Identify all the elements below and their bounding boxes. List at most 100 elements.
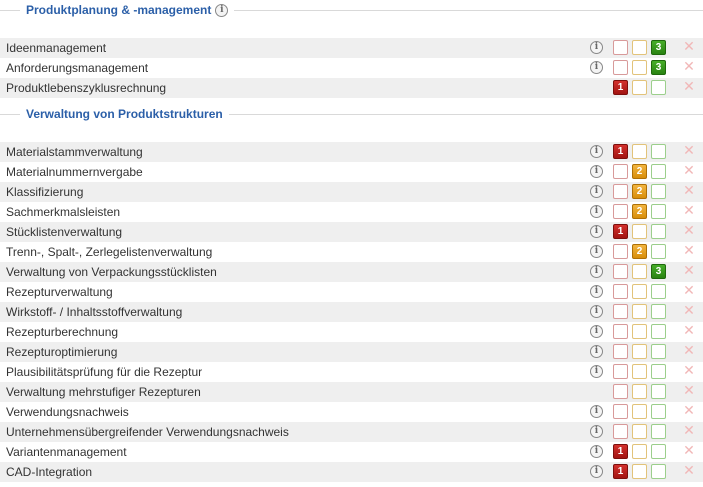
info-icon[interactable]: i [590,365,603,378]
rating-2-checkbox[interactable] [632,464,647,479]
rating-1-checkbox[interactable]: 1 [613,80,628,95]
rating-2-checkbox[interactable] [632,304,647,319]
close-icon[interactable]: ✕ [683,184,695,198]
rating-3-checkbox[interactable]: 3 [651,60,666,75]
rating-2-checkbox[interactable] [632,404,647,419]
rating-1-checkbox[interactable]: 1 [613,144,628,159]
info-icon[interactable]: i [590,41,603,54]
info-icon[interactable]: i [590,245,603,258]
rating-3-checkbox[interactable] [651,304,666,319]
close-icon[interactable]: ✕ [683,164,695,178]
rating-1-checkbox[interactable] [613,244,628,259]
rating-2-checkbox[interactable] [632,424,647,439]
info-icon[interactable]: i [590,165,603,178]
rating-1-checkbox[interactable]: 1 [613,464,628,479]
rating-2-checkbox[interactable] [632,40,647,55]
close-icon[interactable]: ✕ [683,204,695,218]
info-icon[interactable]: i [590,185,603,198]
rating-2-checkbox[interactable] [632,384,647,399]
rating-3-checkbox[interactable]: 3 [651,264,666,279]
info-icon[interactable]: i [590,225,603,238]
close-icon[interactable]: ✕ [683,344,695,358]
rating-3-checkbox[interactable] [651,424,666,439]
rating-2-checkbox[interactable] [632,444,647,459]
rating-2-checkbox[interactable] [632,144,647,159]
rating-3-checkbox[interactable] [651,444,666,459]
rating-1-checkbox[interactable] [613,60,628,75]
rating-2-checkbox[interactable]: 2 [632,244,647,259]
info-icon[interactable]: i [590,345,603,358]
rating-3-checkbox[interactable] [651,164,666,179]
info-icon[interactable]: i [590,145,603,158]
rating-2-checkbox[interactable]: 2 [632,164,647,179]
rating-1-checkbox[interactable] [613,164,628,179]
rating-1-checkbox[interactable]: 1 [613,224,628,239]
rating-3-checkbox[interactable] [651,404,666,419]
rating-1-checkbox[interactable] [613,364,628,379]
close-icon[interactable]: ✕ [683,144,695,158]
info-icon[interactable]: i [590,445,603,458]
rating-3-checkbox[interactable]: 3 [651,40,666,55]
rating-2-checkbox[interactable] [632,60,647,75]
rating-2-checkbox[interactable]: 2 [632,184,647,199]
close-icon[interactable]: ✕ [683,60,695,74]
info-icon[interactable]: i [215,3,229,17]
rating-1-checkbox[interactable] [613,184,628,199]
rating-2-checkbox[interactable] [632,364,647,379]
rating-1-checkbox[interactable] [613,40,628,55]
rating-3-checkbox[interactable] [651,184,666,199]
rating-3-checkbox[interactable] [651,204,666,219]
rating-2-checkbox[interactable] [632,80,647,95]
rating-2-checkbox[interactable] [632,224,647,239]
feature-label: Wirkstoff- / Inhaltsstoffverwaltung [6,305,183,319]
rating-1-checkbox[interactable] [613,424,628,439]
rating-1-checkbox[interactable] [613,324,628,339]
close-icon[interactable]: ✕ [683,284,695,298]
close-icon[interactable]: ✕ [683,40,695,54]
rating-3-checkbox[interactable] [651,244,666,259]
rating-2-checkbox[interactable]: 2 [632,204,647,219]
close-icon[interactable]: ✕ [683,444,695,458]
rating-2-checkbox[interactable] [632,284,647,299]
rating-3-checkbox[interactable] [651,384,666,399]
rating-1-checkbox[interactable] [613,304,628,319]
rating-1-checkbox[interactable] [613,284,628,299]
rating-1-checkbox[interactable] [613,204,628,219]
rating-1-checkbox[interactable]: 1 [613,444,628,459]
info-icon[interactable]: i [590,405,603,418]
close-icon[interactable]: ✕ [683,244,695,258]
rating-3-checkbox[interactable] [651,324,666,339]
rating-3-checkbox[interactable] [651,80,666,95]
rating-2-checkbox[interactable] [632,264,647,279]
info-icon[interactable]: i [590,465,603,478]
info-icon[interactable]: i [590,305,603,318]
rating-1-checkbox[interactable] [613,404,628,419]
close-icon[interactable]: ✕ [683,324,695,338]
info-icon[interactable]: i [590,325,603,338]
info-icon[interactable]: i [590,265,603,278]
rating-3-checkbox[interactable] [651,284,666,299]
close-icon[interactable]: ✕ [683,80,695,94]
info-icon[interactable]: i [590,285,603,298]
rating-2-checkbox[interactable] [632,324,647,339]
rating-3-checkbox[interactable] [651,144,666,159]
rating-1-checkbox[interactable] [613,344,628,359]
close-icon[interactable]: ✕ [683,384,695,398]
close-icon[interactable]: ✕ [683,304,695,318]
close-icon[interactable]: ✕ [683,424,695,438]
close-icon[interactable]: ✕ [683,404,695,418]
rating-3-checkbox[interactable] [651,464,666,479]
rating-3-checkbox[interactable] [651,344,666,359]
rating-3-checkbox[interactable] [651,364,666,379]
rating-3-checkbox[interactable] [651,224,666,239]
rating-1-checkbox[interactable] [613,264,628,279]
rating-1-checkbox[interactable] [613,384,628,399]
close-icon[interactable]: ✕ [683,264,695,278]
info-icon[interactable]: i [590,61,603,74]
close-icon[interactable]: ✕ [683,224,695,238]
close-icon[interactable]: ✕ [683,364,695,378]
info-icon[interactable]: i [590,425,603,438]
info-icon[interactable]: i [590,205,603,218]
close-icon[interactable]: ✕ [683,464,695,478]
rating-2-checkbox[interactable] [632,344,647,359]
